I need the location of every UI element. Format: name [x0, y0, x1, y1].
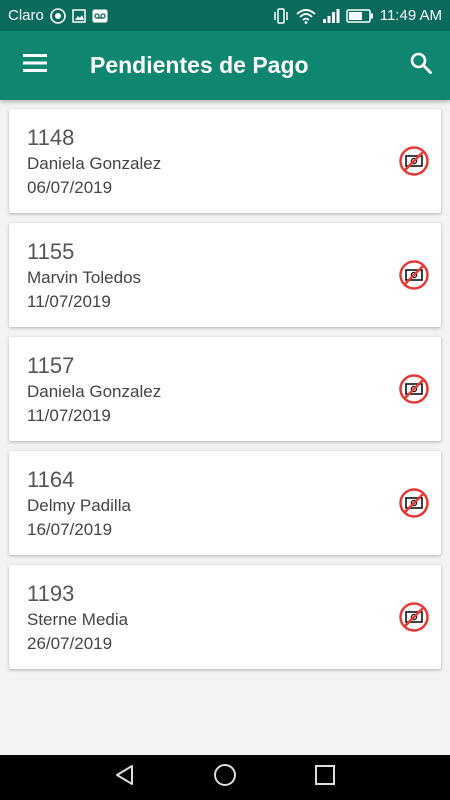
item-name: Delmy Padilla	[27, 496, 131, 515]
no-payment-icon[interactable]	[398, 373, 430, 405]
status-bar: Claro 11:49 AM	[0, 0, 450, 31]
no-payment-icon[interactable]	[398, 259, 430, 291]
item-number: 1148	[27, 125, 75, 150]
item-date: 06/07/2019	[27, 178, 113, 197]
image-notification-icon	[72, 8, 86, 23]
search-icon	[410, 52, 432, 79]
item-date: 26/07/2019	[27, 634, 113, 653]
hamburger-menu-icon	[23, 54, 47, 77]
back-button[interactable]	[100, 755, 150, 800]
item-number: 1164	[27, 467, 75, 492]
item-date: 16/07/2019	[27, 520, 113, 539]
app-bar: Pendientes de Pago	[0, 31, 450, 100]
no-payment-icon[interactable]	[398, 145, 430, 177]
item-number: 1193	[27, 581, 75, 606]
navigation-bar	[0, 755, 450, 800]
recents-button[interactable]	[300, 755, 350, 800]
signal-icon	[322, 8, 340, 24]
list-item[interactable]: 1148 Daniela Gonzalez 06/07/2019	[9, 109, 441, 213]
pending-payments-list: 1148 Daniela Gonzalez 06/07/2019 1155 Ma…	[0, 100, 450, 755]
list-item[interactable]: 1155 Marvin Toledos 11/07/2019	[9, 223, 441, 327]
item-name: Sterne Media	[27, 610, 129, 629]
vibrate-icon	[272, 7, 290, 24]
item-name: Daniela Gonzalez	[27, 382, 162, 401]
list-item[interactable]: 1157 Daniela Gonzalez 11/07/2019	[9, 337, 441, 441]
home-icon	[213, 763, 237, 792]
list-item[interactable]: 1193 Sterne Media 26/07/2019	[9, 565, 441, 669]
voicemail-notification-icon	[92, 9, 108, 23]
item-date: 11/07/2019	[27, 406, 111, 425]
home-button[interactable]	[200, 755, 250, 800]
item-name: Daniela Gonzalez	[27, 154, 162, 173]
list-item[interactable]: 1164 Delmy Padilla 16/07/2019	[9, 451, 441, 555]
search-button[interactable]	[392, 31, 450, 100]
no-payment-icon[interactable]	[398, 487, 430, 519]
whatsapp-notification-icon	[50, 7, 66, 24]
menu-button[interactable]	[0, 31, 70, 100]
page-title: Pendientes de Pago	[90, 52, 309, 78]
clock: 11:49 AM	[379, 7, 442, 24]
carrier-label: Claro	[8, 7, 44, 24]
battery-icon	[345, 8, 374, 23]
item-number: 1155	[27, 239, 75, 264]
recents-icon	[314, 764, 336, 791]
wifi-icon	[296, 8, 316, 24]
no-payment-icon[interactable]	[398, 601, 430, 633]
item-number: 1157	[27, 353, 75, 378]
item-date: 11/07/2019	[27, 292, 111, 311]
back-icon	[114, 764, 136, 791]
item-name: Marvin Toledos	[27, 268, 142, 287]
